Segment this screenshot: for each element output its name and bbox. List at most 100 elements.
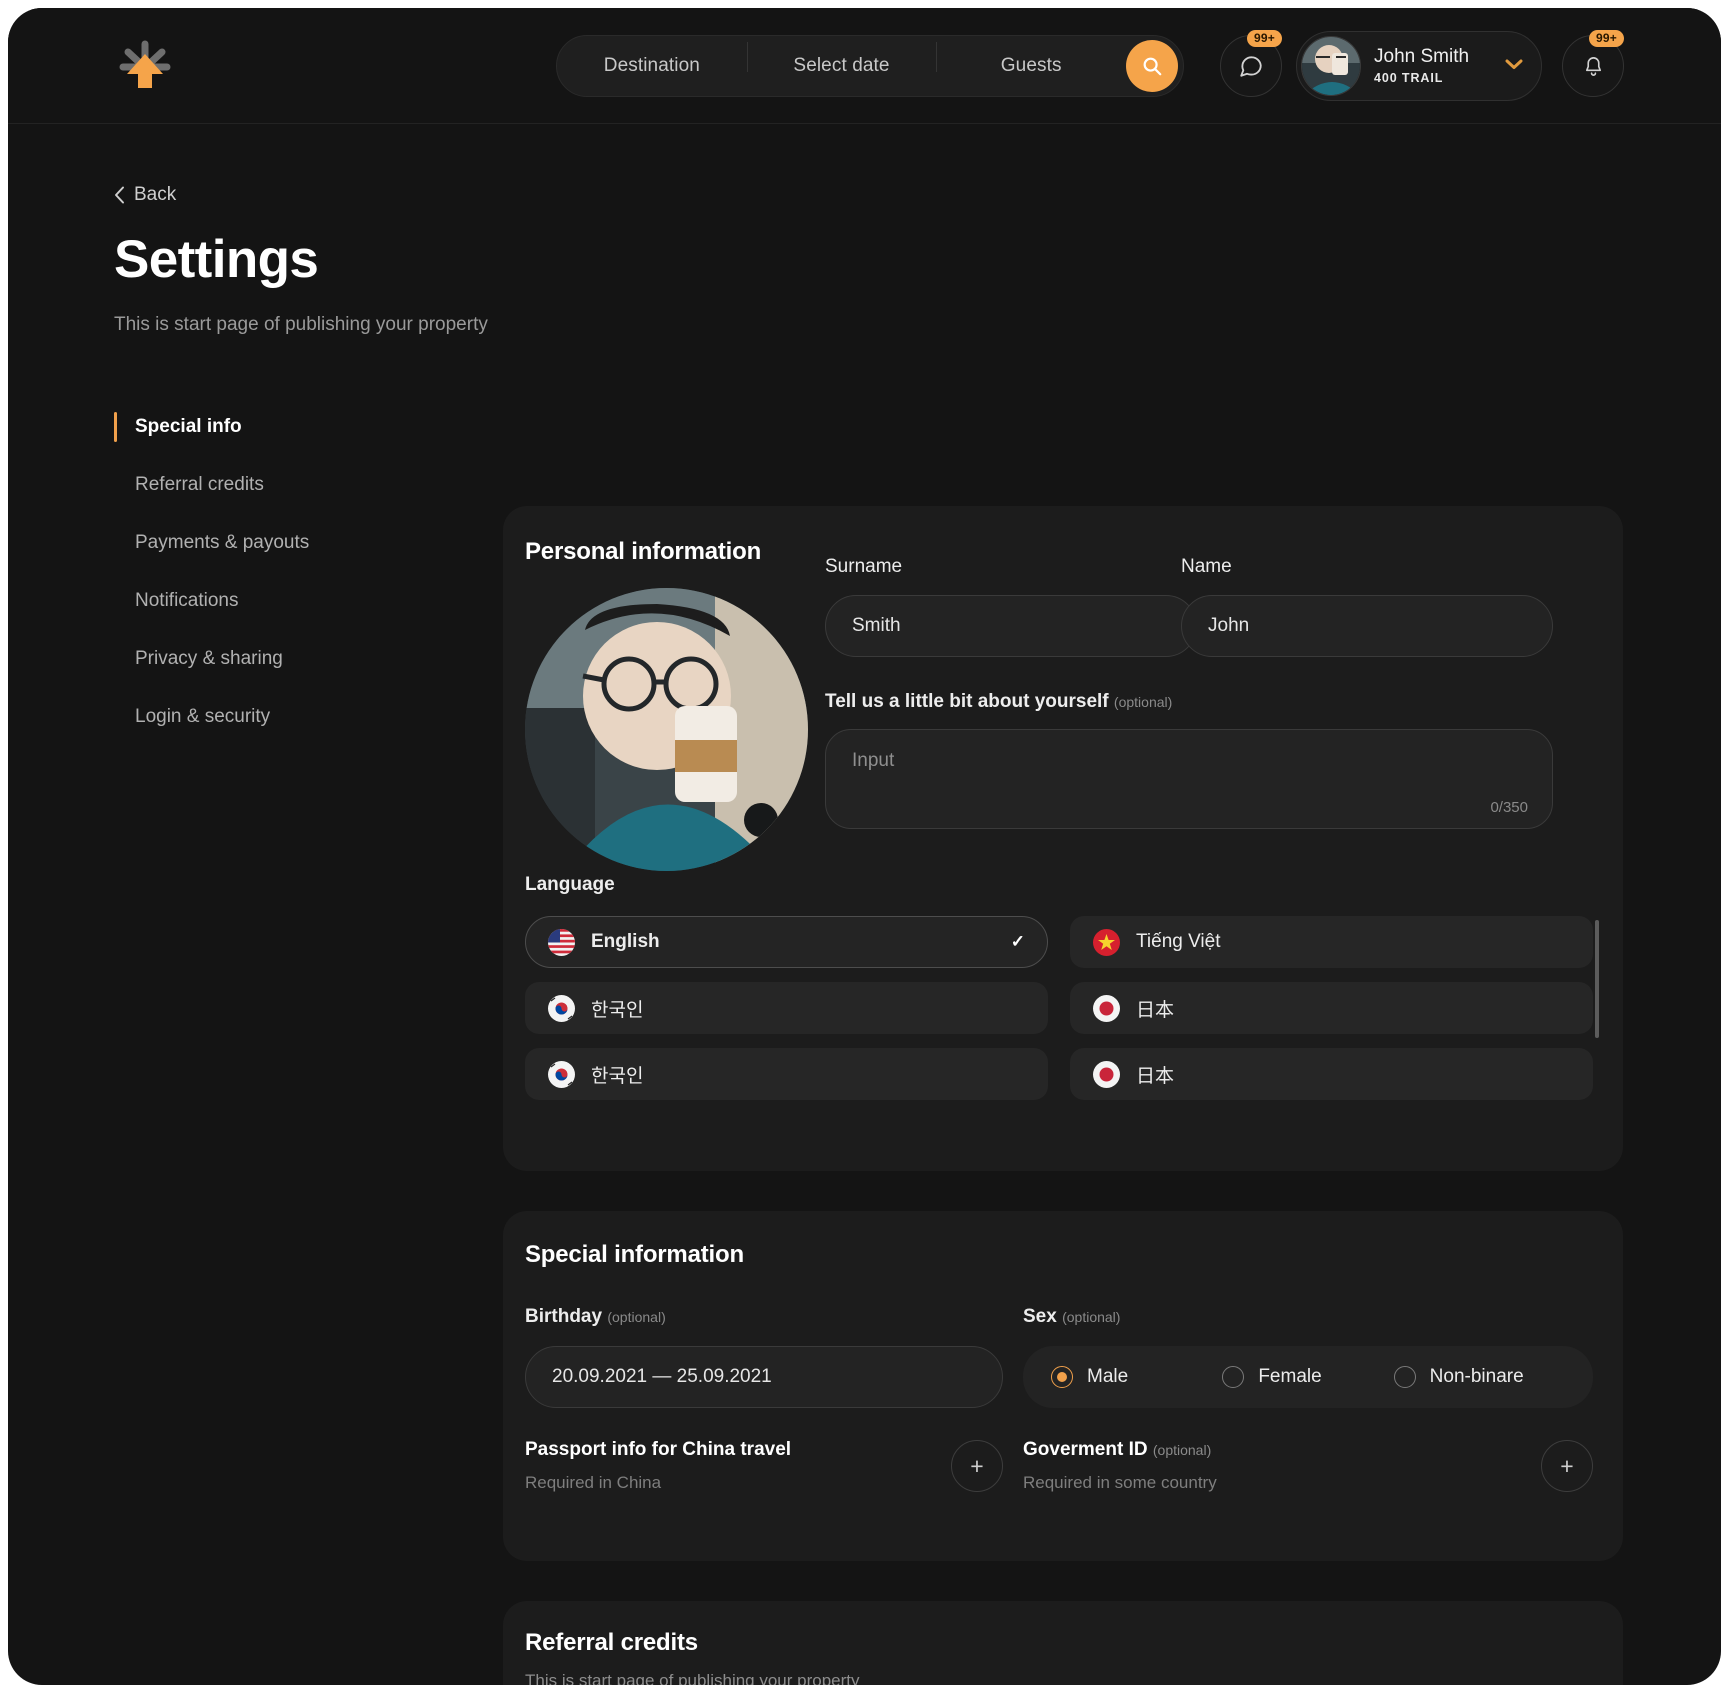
language-option-english[interactable]: English ✓ bbox=[525, 916, 1048, 968]
government-id-desc: Required in some country bbox=[1023, 1473, 1217, 1492]
government-id-title-text: Goverment ID bbox=[1023, 1439, 1148, 1460]
back-button[interactable]: Back bbox=[114, 184, 176, 206]
about-textarea[interactable]: Input 0/350 bbox=[825, 729, 1553, 829]
search-destination[interactable]: Destination bbox=[557, 55, 747, 77]
birthday-label: Birthday (optional) bbox=[525, 1306, 1003, 1328]
search-select-date[interactable]: Select date bbox=[746, 42, 937, 77]
chat-bubble-icon bbox=[1240, 56, 1262, 77]
chevron-left-icon bbox=[115, 186, 124, 204]
profile-menu[interactable]: John Smith 400 TRAIL bbox=[1296, 31, 1542, 101]
language-option-korean-2[interactable]: 한국인 bbox=[525, 1048, 1048, 1100]
birthday-optional: (optional) bbox=[607, 1309, 666, 1325]
sidebar-item-label: Referral credits bbox=[135, 474, 264, 495]
language-option-vietnamese[interactable]: Tiếng Việt bbox=[1070, 916, 1593, 968]
language-label: Language bbox=[525, 874, 615, 895]
special-information-card: Special information Birthday (optional) … bbox=[503, 1211, 1623, 1561]
about-label: Tell us a little bit about yourself (opt… bbox=[825, 691, 1553, 713]
about-optional: (optional) bbox=[1113, 694, 1173, 710]
passport-row: Passport info for China travel Required … bbox=[525, 1439, 1003, 1493]
birthday-input[interactable]: 20.09.2021 — 25.09.2021 bbox=[525, 1346, 1003, 1408]
avatar bbox=[1301, 36, 1361, 96]
language-option-japanese-1[interactable]: 日本 bbox=[1070, 982, 1593, 1034]
language-option-korean-1[interactable]: 한국인 bbox=[525, 982, 1048, 1034]
bell-icon bbox=[1585, 56, 1601, 76]
radio-icon bbox=[1393, 1366, 1416, 1388]
jp-flag-icon bbox=[1093, 994, 1120, 1022]
language-option-japanese-2[interactable]: 日本 bbox=[1070, 1048, 1593, 1100]
kr-flag-icon bbox=[548, 994, 575, 1022]
referral-credits-subtitle: This is start page of publishing your pr… bbox=[525, 1671, 860, 1685]
sex-option-label: Male bbox=[1087, 1366, 1129, 1387]
add-passport-button[interactable]: + bbox=[951, 1440, 1003, 1492]
search-icon bbox=[1143, 57, 1162, 76]
sidebar-item-label: Notifications bbox=[135, 590, 239, 611]
chevron-down-icon[interactable] bbox=[1505, 57, 1523, 75]
kr-flag-icon bbox=[548, 1060, 575, 1088]
referral-credits-title: Referral credits bbox=[525, 1629, 698, 1656]
referral-credits-card: Referral credits This is start page of p… bbox=[503, 1601, 1623, 1685]
sidebar-item-privacy-sharing[interactable]: Privacy & sharing bbox=[114, 630, 434, 688]
about-label-text: Tell us a little bit about yourself bbox=[825, 691, 1109, 712]
profile-photo[interactable] bbox=[525, 588, 808, 871]
sidebar-item-login-security[interactable]: Login & security bbox=[114, 688, 434, 746]
personal-information-title: Personal information bbox=[525, 538, 762, 565]
language-scrollbar[interactable] bbox=[1595, 920, 1599, 1038]
language-option-label: 日本 bbox=[1136, 1065, 1175, 1087]
language-option-label: 한국인 bbox=[591, 999, 644, 1021]
government-id-optional: (optional) bbox=[1152, 1442, 1212, 1458]
about-placeholder: Input bbox=[852, 750, 895, 771]
sidebar-item-notifications[interactable]: Notifications bbox=[114, 572, 434, 630]
surname-label: Surname bbox=[825, 556, 903, 577]
radio-icon bbox=[1222, 1366, 1245, 1388]
language-section: Language English ✓ Tiếng Việt 한국인 日本 한국인… bbox=[525, 874, 1599, 1100]
page-subtitle: This is start page of publishing your pr… bbox=[114, 314, 488, 335]
surname-field: Surname Smith bbox=[825, 556, 1197, 657]
sex-field: Sex (optional) Male Female Non-binare bbox=[1023, 1306, 1593, 1408]
radio-icon bbox=[1051, 1366, 1073, 1388]
search-guests[interactable]: Guests bbox=[936, 42, 1126, 77]
search-bar[interactable]: Destination Select date Guests bbox=[556, 35, 1184, 97]
notifications-badge: 99+ bbox=[1589, 30, 1624, 47]
about-counter: 0/350 bbox=[1490, 799, 1528, 816]
language-option-label: Tiếng Việt bbox=[1136, 931, 1221, 952]
us-flag-icon bbox=[548, 928, 575, 956]
language-option-label: 日本 bbox=[1136, 999, 1175, 1021]
sidebar-item-label: Login & security bbox=[135, 706, 271, 727]
check-icon: ✓ bbox=[1010, 932, 1025, 951]
app-window: Destination Select date Guests 99+ John … bbox=[8, 8, 1721, 1685]
sex-option-female[interactable]: Female bbox=[1222, 1366, 1393, 1388]
name-label: Name bbox=[1181, 556, 1232, 577]
special-information-title: Special information bbox=[525, 1241, 744, 1268]
government-id-row: Goverment ID (optional) Required in some… bbox=[1023, 1439, 1593, 1493]
about-field: Tell us a little bit about yourself (opt… bbox=[825, 691, 1553, 829]
name-field: Name John bbox=[1181, 556, 1553, 657]
language-option-label: 한국인 bbox=[591, 1065, 644, 1087]
sex-option-non-binare[interactable]: Non-binare bbox=[1393, 1366, 1565, 1388]
page-title: Settings bbox=[114, 230, 319, 289]
sex-option-male[interactable]: Male bbox=[1051, 1366, 1222, 1388]
asterisk-arrow-logo[interactable] bbox=[114, 34, 176, 96]
settings-sidebar: Special info Referral credits Payments &… bbox=[114, 398, 434, 746]
back-label: Back bbox=[134, 184, 177, 205]
profile-name: John Smith bbox=[1374, 46, 1470, 68]
sex-label: Sex (optional) bbox=[1023, 1306, 1593, 1328]
jp-flag-icon bbox=[1093, 1060, 1120, 1088]
messages-button[interactable]: 99+ bbox=[1220, 30, 1282, 97]
notifications-button[interactable]: 99+ bbox=[1562, 30, 1624, 97]
profile-subtitle: 400 TRAIL bbox=[1374, 70, 1444, 85]
top-header: Destination Select date Guests 99+ John … bbox=[8, 8, 1721, 124]
sidebar-item-referral-credits[interactable]: Referral credits bbox=[114, 456, 434, 514]
sidebar-item-special-info[interactable]: Special info bbox=[114, 398, 434, 456]
sex-optional: (optional) bbox=[1062, 1309, 1121, 1325]
language-grid: English ✓ Tiếng Việt 한국인 日本 한국인 日本 bbox=[525, 916, 1593, 1100]
passport-desc: Required in China bbox=[525, 1473, 662, 1492]
search-button[interactable] bbox=[1126, 40, 1179, 92]
sidebar-item-payments-payouts[interactable]: Payments & payouts bbox=[114, 514, 434, 572]
sidebar-item-label: Privacy & sharing bbox=[135, 648, 283, 669]
name-input[interactable]: John bbox=[1181, 595, 1553, 657]
sidebar-item-label: Special info bbox=[135, 416, 242, 437]
government-id-title: Goverment ID (optional) bbox=[1023, 1439, 1217, 1461]
add-government-id-button[interactable]: + bbox=[1541, 1440, 1593, 1492]
surname-input[interactable]: Smith bbox=[825, 595, 1197, 657]
passport-title: Passport info for China travel bbox=[525, 1439, 792, 1460]
